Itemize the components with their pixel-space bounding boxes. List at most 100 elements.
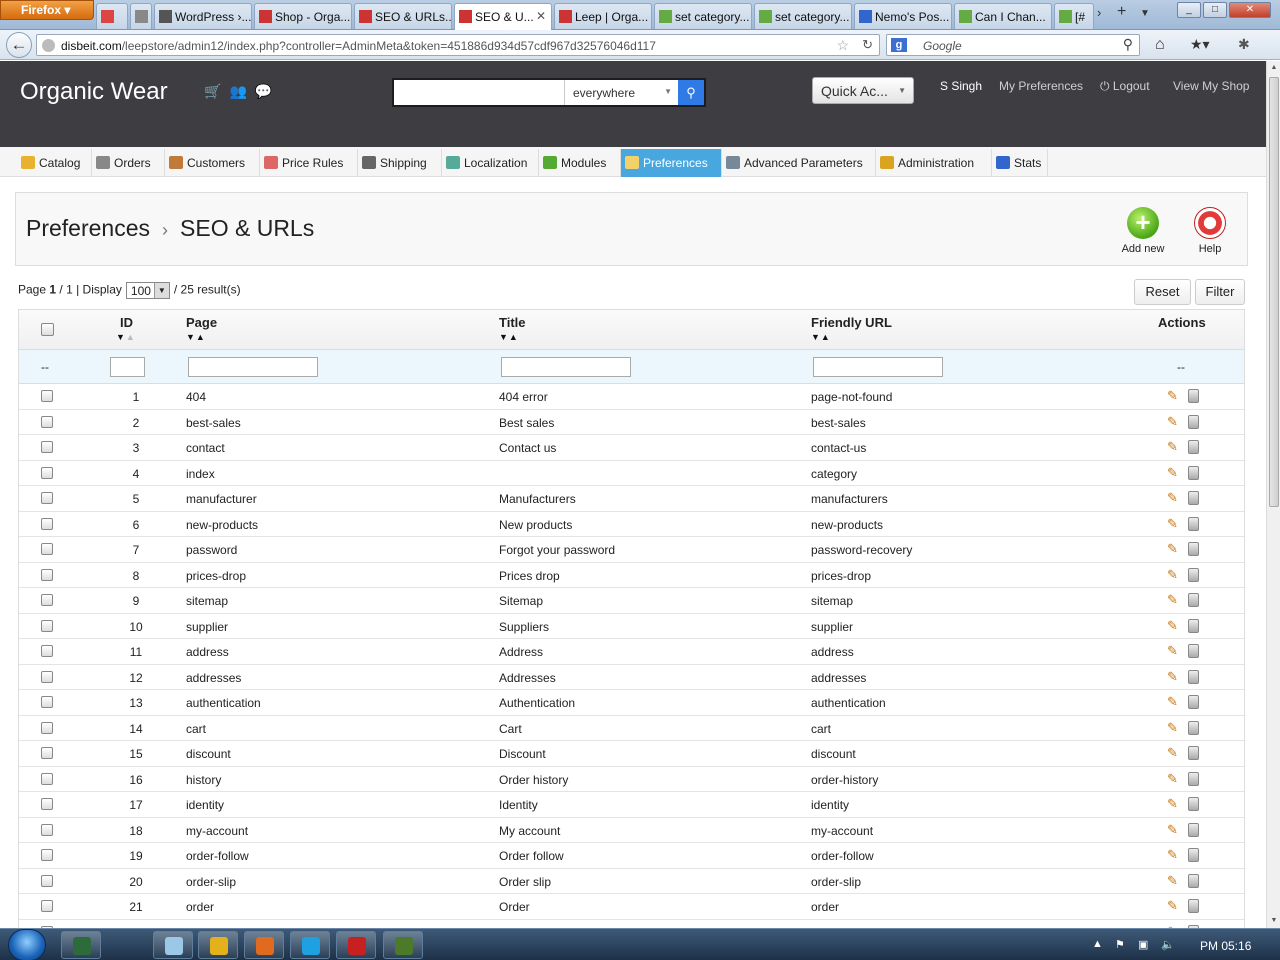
address-bar[interactable]: disbeit.com/leepstore/admin12/index.php?…: [36, 34, 880, 56]
maximize-window-icon[interactable]: □: [1203, 2, 1227, 18]
row-checkbox[interactable]: [41, 849, 53, 861]
browser-tab[interactable]: Shop - Orga...: [254, 3, 352, 29]
user-name[interactable]: S Singh: [940, 79, 982, 93]
browser-tab[interactable]: [96, 3, 128, 29]
edit-icon[interactable]: ✎: [1167, 720, 1181, 735]
menu-item-administration[interactable]: Administration: [876, 149, 992, 177]
row-checkbox[interactable]: [41, 798, 53, 810]
delete-icon[interactable]: [1188, 516, 1199, 531]
action-center-icon[interactable]: ⚑: [1115, 938, 1125, 951]
filter-friendly-url-input[interactable]: [813, 357, 943, 377]
menu-item-modules[interactable]: Modules: [539, 149, 621, 177]
browser-tab[interactable]: SEO & U... ✕: [454, 3, 552, 30]
terminal-app[interactable]: [61, 931, 101, 959]
clock[interactable]: PM 05:16: [1200, 939, 1251, 953]
shop-name[interactable]: Organic Wear: [20, 78, 168, 106]
table-row[interactable]: 12 addresses Addresses addresses ✎: [19, 665, 1244, 690]
table-row[interactable]: 11 address Address address ✎: [19, 639, 1244, 665]
filter-id-input[interactable]: [110, 357, 145, 377]
row-checkbox[interactable]: [41, 415, 53, 428]
table-row[interactable]: 17 identity Identity identity ✎: [19, 792, 1244, 818]
row-checkbox[interactable]: [41, 645, 53, 657]
admin-search-input[interactable]: [394, 80, 562, 105]
row-checkbox[interactable]: [41, 390, 53, 402]
quick-access-select[interactable]: Quick Ac...: [812, 77, 914, 104]
add-new-button[interactable]: + Add new: [1118, 207, 1168, 255]
tab-scroll-right-icon[interactable]: ›: [1097, 5, 1101, 20]
firefox-menu-button[interactable]: Firefox ▾: [0, 0, 94, 20]
row-checkbox[interactable]: [41, 594, 53, 606]
search-button[interactable]: ⚲: [678, 80, 704, 105]
edit-icon[interactable]: ✎: [1167, 797, 1181, 811]
messages-icon[interactable]: 💬: [255, 83, 280, 99]
search-magnifier-icon[interactable]: ⚲: [1123, 36, 1133, 53]
edit-icon[interactable]: ✎: [1167, 822, 1181, 837]
menu-item-shipping[interactable]: Shipping: [358, 149, 442, 177]
table-row[interactable]: 10 supplier Suppliers supplier ✎: [19, 614, 1244, 639]
breadcrumb-parent[interactable]: Preferences: [26, 215, 150, 241]
filter-button[interactable]: Filter: [1195, 279, 1245, 305]
row-checkbox[interactable]: [41, 466, 53, 479]
browser-tab[interactable]: Can I Chan...: [954, 3, 1052, 29]
display-count-select[interactable]: 100: [125, 282, 170, 299]
minimize-window-icon[interactable]: _: [1177, 2, 1201, 18]
volume-icon[interactable]: 🔈: [1161, 938, 1175, 951]
edit-icon[interactable]: ✎: [1167, 618, 1181, 633]
row-checkbox[interactable]: [41, 772, 53, 785]
edit-icon[interactable]: ✎: [1167, 669, 1181, 684]
row-checkbox[interactable]: [41, 900, 53, 912]
back-button[interactable]: ←: [6, 32, 32, 58]
edit-icon[interactable]: ✎: [1167, 516, 1181, 531]
delete-icon[interactable]: [1188, 593, 1199, 607]
browser-tab[interactable]: [#: [1054, 3, 1094, 29]
browser-tab[interactable]: [130, 3, 152, 29]
delete-icon[interactable]: [1188, 414, 1199, 429]
new-tab-icon[interactable]: +: [1117, 3, 1126, 21]
delete-icon[interactable]: [1188, 669, 1199, 684]
row-checkbox[interactable]: [41, 721, 53, 734]
menu-item-stats[interactable]: Stats: [992, 149, 1048, 177]
browser-search-input[interactable]: g Google ⚲: [886, 34, 1140, 56]
delete-icon[interactable]: [1188, 389, 1199, 403]
table-row[interactable]: 5 manufacturer Manufacturers manufacturers ✎: [19, 486, 1244, 512]
table-row[interactable]: 9 sitemap Sitemap sitemap ✎: [19, 588, 1244, 614]
table-row[interactable]: 15 discount Discount discount ✎: [19, 741, 1244, 767]
table-row[interactable]: 7 password Forgot your password password-re…: [19, 537, 1244, 563]
close-tab-icon[interactable]: ✕: [536, 9, 546, 23]
tray-expand-icon[interactable]: ▲: [1092, 938, 1103, 950]
delete-icon[interactable]: [1188, 746, 1199, 760]
notepad-app[interactable]: [153, 931, 193, 959]
delete-icon[interactable]: [1188, 771, 1199, 786]
delete-icon[interactable]: [1188, 567, 1199, 582]
scrollbar-thumb[interactable]: [1269, 77, 1279, 507]
scroll-down-icon[interactable]: ▼: [1267, 914, 1280, 928]
filter-title-input[interactable]: [501, 357, 631, 377]
my-preferences-link[interactable]: My Preferences: [999, 79, 1083, 93]
menu-item-advanced-parameters[interactable]: Advanced Parameters: [722, 149, 876, 177]
browser-tab[interactable]: set category...: [754, 3, 852, 29]
row-checkbox[interactable]: [41, 747, 53, 759]
delete-icon[interactable]: [1188, 644, 1199, 658]
edit-icon[interactable]: ✎: [1167, 593, 1181, 607]
skype-app[interactable]: [290, 931, 330, 959]
table-row[interactable]: 8 prices-drop Prices drop prices-drop ✎: [19, 563, 1244, 588]
delete-icon[interactable]: [1188, 618, 1199, 633]
edit-icon[interactable]: ✎: [1167, 899, 1181, 913]
browser-tab[interactable]: SEO & URLs...: [354, 3, 452, 29]
page-scrollbar[interactable]: ▲ ▼: [1266, 61, 1280, 928]
edit-icon[interactable]: ✎: [1167, 567, 1181, 582]
delete-icon[interactable]: [1188, 440, 1199, 454]
edit-icon[interactable]: ✎: [1167, 414, 1181, 429]
menu-item-price-rules[interactable]: Price Rules: [260, 149, 358, 177]
sort-id[interactable]: ▼▲: [116, 332, 136, 342]
browser-tab[interactable]: Leep | Orga...: [554, 3, 652, 29]
site-identity-icon[interactable]: [42, 39, 55, 52]
row-checkbox[interactable]: [41, 874, 53, 887]
tab-list-icon[interactable]: ▼: [1140, 8, 1150, 19]
edit-icon[interactable]: ✎: [1167, 389, 1181, 403]
menu-item-orders[interactable]: Orders: [92, 149, 165, 177]
search-scope-select[interactable]: everywhere: [564, 80, 678, 105]
edit-icon[interactable]: ✎: [1167, 644, 1181, 658]
bookmarks-icon[interactable]: ★▾: [1190, 36, 1210, 53]
table-row[interactable]: 3 contact Contact us contact-us ✎: [19, 435, 1244, 461]
